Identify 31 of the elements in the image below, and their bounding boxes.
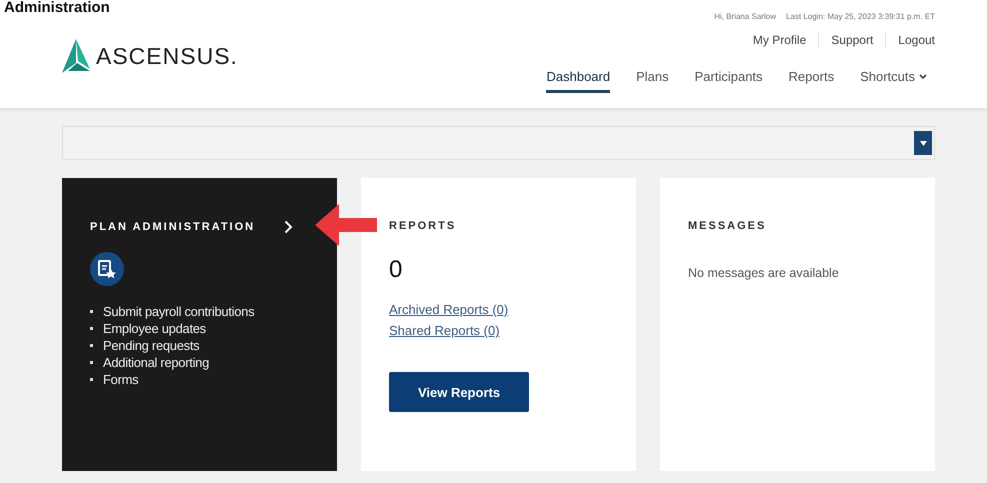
- card-title: MESSAGES: [688, 220, 766, 232]
- header-link[interactable]: Logout: [885, 33, 935, 47]
- list-item: Submit payroll contributions: [103, 304, 254, 319]
- list-item: Additional reporting: [103, 355, 210, 370]
- view-reports-button[interactable]: View Reports: [389, 372, 529, 412]
- card-title: REPORTS: [389, 220, 456, 232]
- list-item: Pending requests: [103, 338, 200, 353]
- chevron-down-icon: [919, 74, 927, 80]
- dropdown-button[interactable]: [914, 131, 932, 155]
- caret-icon: [920, 140, 926, 146]
- chevron-right-icon[interactable]: [284, 220, 293, 234]
- list-item: Forms: [103, 372, 138, 387]
- card-title: PLAN ADMINISTRATION: [90, 221, 256, 233]
- page-heading: Administration: [4, 0, 110, 16]
- header-link[interactable]: Support: [818, 33, 886, 47]
- nav-tab[interactable]: Shortcuts: [860, 69, 927, 93]
- message-text: No messages are available: [688, 266, 840, 280]
- report-count: 0: [389, 256, 404, 284]
- logo-icon: [60, 39, 92, 73]
- nav-tab[interactable]: Dashboard: [546, 69, 610, 93]
- nav-tab[interactable]: Participants: [694, 69, 763, 93]
- list-item: Employee updates: [103, 321, 206, 336]
- greeting-text: Hi, Briana Sarlow: [714, 12, 776, 21]
- nav-tab[interactable]: Reports: [788, 69, 834, 93]
- report-link[interactable]: Archived Reports (0): [389, 302, 608, 317]
- header-link[interactable]: My Profile: [740, 33, 818, 47]
- arrow-icon: [315, 204, 377, 246]
- logo-text: ASCENSUS.: [96, 42, 238, 70]
- report-link[interactable]: Shared Reports (0): [389, 323, 608, 338]
- last-login-text: Last Login: May 25, 2023 3:39:31 p.m. ET: [786, 12, 935, 21]
- nav-tab[interactable]: Plans: [636, 69, 669, 93]
